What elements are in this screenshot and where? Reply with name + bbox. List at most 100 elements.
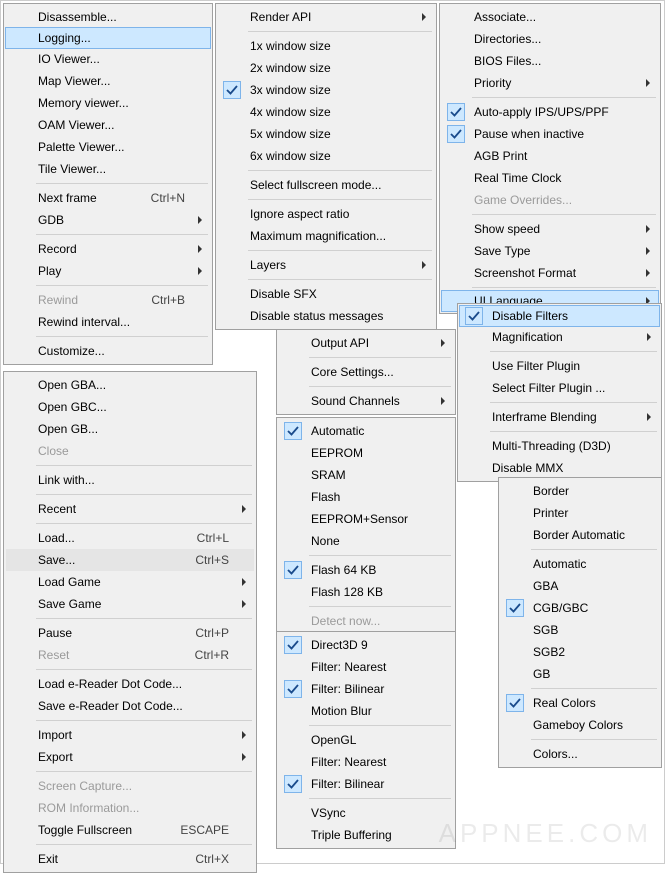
savetype-menu[interactable]: AutomaticEEPROMSRAMFlashEEPROM+SensorNon…: [276, 417, 456, 635]
menu-item[interactable]: Play: [6, 260, 210, 282]
menu-item[interactable]: SGB2: [501, 641, 659, 663]
menu-item[interactable]: Customize...: [6, 340, 210, 362]
menu-item[interactable]: 2x window size: [218, 57, 434, 79]
menu-item[interactable]: Disassemble...: [6, 6, 210, 28]
menu-item[interactable]: Open GB...: [6, 418, 254, 440]
menu-item[interactable]: Map Viewer...: [6, 70, 210, 92]
menu-item[interactable]: Export: [6, 746, 254, 768]
menu-item[interactable]: Layers: [218, 254, 434, 276]
menu-item[interactable]: AGB Print: [442, 145, 658, 167]
menu-item[interactable]: Output API: [279, 332, 453, 354]
menu-item[interactable]: Direct3D 9: [279, 634, 453, 656]
menu-item[interactable]: Interframe Blending: [460, 406, 659, 428]
menu-item[interactable]: Save Game: [6, 593, 254, 615]
menu-item[interactable]: Magnification: [460, 326, 659, 348]
menu-item[interactable]: Priority: [442, 72, 658, 94]
audio-menu[interactable]: Output API Core Settings... Sound Channels: [276, 329, 456, 415]
menu-item[interactable]: Motion Blur: [279, 700, 453, 722]
menu-item[interactable]: None: [279, 530, 453, 552]
menu-item[interactable]: GDB: [6, 209, 210, 231]
menu-item[interactable]: Save...Ctrl+S: [6, 549, 254, 571]
menu-item[interactable]: Real Colors: [501, 692, 659, 714]
menu-item[interactable]: 5x window size: [218, 123, 434, 145]
menu-item[interactable]: Printer: [501, 502, 659, 524]
menu-item[interactable]: CGB/GBC: [501, 597, 659, 619]
menu-item[interactable]: 1x window size: [218, 35, 434, 57]
menu-item[interactable]: Border: [501, 480, 659, 502]
menu-item[interactable]: Logging...: [5, 27, 211, 49]
menu-item[interactable]: Sound Channels: [279, 390, 453, 412]
menu-item[interactable]: Automatic: [501, 553, 659, 575]
menu-item[interactable]: IO Viewer...: [6, 48, 210, 70]
menu-item[interactable]: Screenshot Format: [442, 262, 658, 284]
file-menu[interactable]: Open GBA...Open GBC...Open GB...CloseLin…: [3, 371, 257, 873]
menu-item[interactable]: Show speed: [442, 218, 658, 240]
menu-item[interactable]: Load...Ctrl+L: [6, 527, 254, 549]
menu-item[interactable]: Core Settings...: [279, 361, 453, 383]
gameboy-menu[interactable]: BorderPrinterBorder AutomaticAutomaticGB…: [498, 477, 662, 768]
menu-item[interactable]: Render API: [218, 6, 434, 28]
menu-item[interactable]: Use Filter Plugin: [460, 355, 659, 377]
menu-item[interactable]: Toggle FullscreenESCAPE: [6, 819, 254, 841]
menu-item[interactable]: Auto-apply IPS/UPS/PPF: [442, 101, 658, 123]
menu-item[interactable]: GB: [501, 663, 659, 685]
menu-item[interactable]: Next frameCtrl+N: [6, 187, 210, 209]
menu-item[interactable]: Maximum magnification...: [218, 225, 434, 247]
menu-item[interactable]: Rewind interval...: [6, 311, 210, 333]
menu-item[interactable]: Pause when inactive: [442, 123, 658, 145]
renderapi-menu[interactable]: Direct3D 9Filter: NearestFilter: Bilinea…: [276, 631, 456, 849]
menu-item[interactable]: Flash: [279, 486, 453, 508]
menu-item[interactable]: Save e-Reader Dot Code...: [6, 695, 254, 717]
menu-item[interactable]: SRAM: [279, 464, 453, 486]
menu-item[interactable]: Tile Viewer...: [6, 158, 210, 180]
menu-item[interactable]: SGB: [501, 619, 659, 641]
menu-item[interactable]: 6x window size: [218, 145, 434, 167]
menu-item[interactable]: Palette Viewer...: [6, 136, 210, 158]
menu-item[interactable]: PauseCtrl+P: [6, 622, 254, 644]
video-menu[interactable]: Render API 1x window size2x window size3x…: [215, 3, 437, 330]
menu-item[interactable]: Recent: [6, 498, 254, 520]
menu-item[interactable]: Disable Filters: [459, 305, 660, 327]
menu-item[interactable]: Disable status messages: [218, 305, 434, 327]
menu-item[interactable]: Load e-Reader Dot Code...: [6, 673, 254, 695]
menu-item[interactable]: Flash 128 KB: [279, 581, 453, 603]
menu-item[interactable]: Disable SFX: [218, 283, 434, 305]
menu-item[interactable]: Filter: Nearest: [279, 751, 453, 773]
menu-item[interactable]: Associate...: [442, 6, 658, 28]
menu-item[interactable]: Filter: Bilinear: [279, 773, 453, 795]
menu-item[interactable]: Automatic: [279, 420, 453, 442]
options-menu[interactable]: Associate...Directories...BIOS Files...P…: [439, 3, 661, 314]
menu-item[interactable]: Filter: Nearest: [279, 656, 453, 678]
menu-item[interactable]: EEPROM+Sensor: [279, 508, 453, 530]
menu-item[interactable]: Directories...: [442, 28, 658, 50]
menu-item[interactable]: Open GBA...: [6, 374, 254, 396]
menu-item[interactable]: Ignore aspect ratio: [218, 203, 434, 225]
menu-item[interactable]: ExitCtrl+X: [6, 848, 254, 870]
menu-item[interactable]: 3x window size: [218, 79, 434, 101]
menu-item[interactable]: Select Filter Plugin ...: [460, 377, 659, 399]
menu-item[interactable]: Select fullscreen mode...: [218, 174, 434, 196]
menu-item[interactable]: Real Time Clock: [442, 167, 658, 189]
menu-item[interactable]: Memory viewer...: [6, 92, 210, 114]
menu-item[interactable]: Link with...: [6, 469, 254, 491]
filters-menu[interactable]: Disable FiltersMagnification Use Filter P…: [457, 303, 662, 482]
menu-item[interactable]: OAM Viewer...: [6, 114, 210, 136]
tools-menu[interactable]: Disassemble...Logging...IO Viewer...Map …: [3, 3, 213, 365]
menu-item[interactable]: OpenGL: [279, 729, 453, 751]
menu-item[interactable]: Disable MMX: [460, 457, 659, 479]
menu-item[interactable]: Load Game: [6, 571, 254, 593]
menu-item[interactable]: Gameboy Colors: [501, 714, 659, 736]
menu-item[interactable]: Save Type: [442, 240, 658, 262]
menu-item[interactable]: Record: [6, 238, 210, 260]
menu-item[interactable]: VSync: [279, 802, 453, 824]
menu-item[interactable]: Multi-Threading (D3D): [460, 435, 659, 457]
menu-item[interactable]: GBA: [501, 575, 659, 597]
menu-item[interactable]: Import: [6, 724, 254, 746]
menu-item[interactable]: Filter: Bilinear: [279, 678, 453, 700]
menu-item[interactable]: 4x window size: [218, 101, 434, 123]
menu-item[interactable]: Triple Buffering: [279, 824, 453, 846]
menu-item[interactable]: Flash 64 KB: [279, 559, 453, 581]
menu-item[interactable]: EEPROM: [279, 442, 453, 464]
menu-item[interactable]: Border Automatic: [501, 524, 659, 546]
menu-item[interactable]: BIOS Files...: [442, 50, 658, 72]
